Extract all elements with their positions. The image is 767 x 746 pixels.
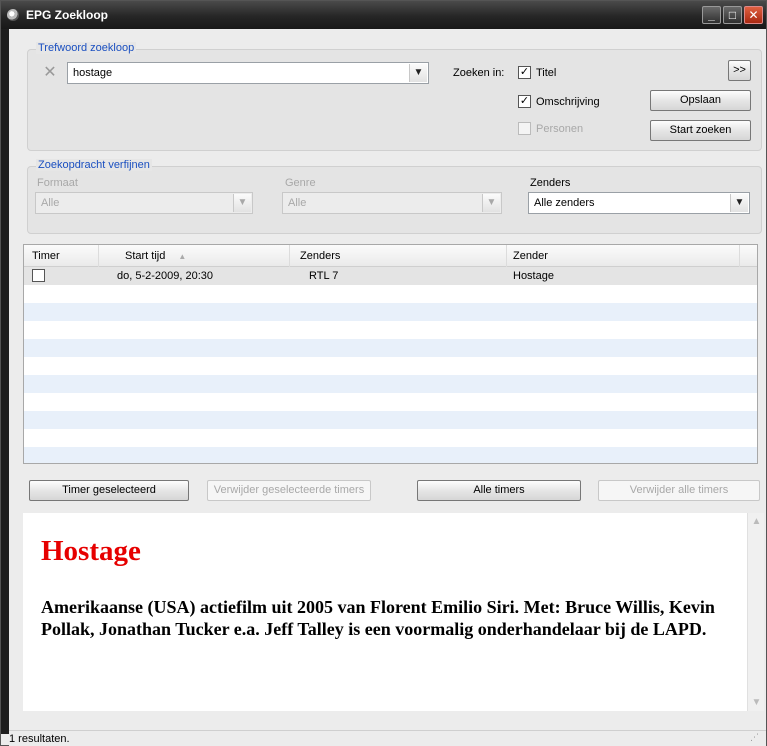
row-channel: RTL 7	[309, 270, 339, 282]
chevron-down-icon[interactable]: ▼	[730, 194, 748, 212]
column-zender[interactable]: Zender	[507, 245, 740, 267]
remove-all-timers-button[interactable]: Verwijder alle timers	[598, 480, 760, 501]
table-row[interactable]: do, 5-2-2009, 20:30 RTL 7 Hostage	[24, 267, 757, 285]
row-title: Hostage	[513, 270, 554, 282]
status-bar: 1 resultaten. ⋰	[9, 730, 766, 746]
app-icon	[7, 9, 19, 21]
resize-grip-icon[interactable]: ⋰	[750, 732, 764, 746]
column-timer[interactable]: Timer	[24, 245, 99, 267]
format-label: Formaat	[37, 177, 78, 189]
genre-label: Genre	[285, 177, 316, 189]
column-zenders[interactable]: Zenders	[290, 245, 507, 267]
window-frame-left	[1, 29, 9, 734]
empty-row	[24, 339, 757, 357]
option-titel-label: Titel	[536, 67, 557, 79]
program-description: Amerikaanse (USA) actiefilm uit 2005 van…	[41, 597, 715, 639]
results-header: Timer Start tijd ▲ Zenders Zender	[24, 245, 757, 267]
genre-select[interactable]: Alle ▼	[282, 192, 502, 214]
maximize-button[interactable]: □	[723, 6, 742, 24]
format-value: Alle	[41, 197, 60, 209]
epg-search-window: EPG Zoekloop _ □ ✕ Trefwoord zoekloop ✕ …	[0, 0, 767, 746]
results-rows: do, 5-2-2009, 20:30 RTL 7 Hostage	[24, 267, 757, 463]
start-search-button[interactable]: Start zoeken	[650, 120, 751, 141]
close-button[interactable]: ✕	[744, 6, 763, 24]
window-title: EPG Zoekloop	[26, 8, 109, 22]
program-detail-panel: Hostage Amerikaanse (USA) actiefilm uit …	[23, 513, 764, 711]
channels-label: Zenders	[530, 177, 571, 189]
empty-row	[24, 285, 757, 303]
channels-value: Alle zenders	[534, 197, 595, 209]
keyword-group-title: Trefwoord zoekloop	[36, 42, 137, 54]
search-in-label: Zoeken in:	[453, 67, 505, 79]
genre-value: Alle	[288, 197, 307, 209]
chevron-down-icon: ▼	[482, 194, 500, 212]
scroll-up-icon[interactable]: ▲	[748, 513, 765, 530]
all-timers-button[interactable]: Alle timers	[417, 480, 581, 501]
scroll-down-icon[interactable]: ▼	[748, 694, 765, 711]
empty-row	[24, 429, 757, 447]
sort-ascending-icon: ▲	[178, 252, 187, 261]
clear-keyword-icon[interactable]: ✕	[39, 62, 61, 84]
keyword-combo[interactable]: hostage ▼	[67, 62, 429, 84]
checkbox-omschrijving[interactable]: ✓	[518, 95, 531, 108]
format-select[interactable]: Alle ▼	[35, 192, 253, 214]
timer-selected-button[interactable]: Timer geselecteerd	[29, 480, 189, 501]
save-button[interactable]: Opslaan	[650, 90, 751, 111]
empty-row	[24, 357, 757, 375]
option-personen-label: Personen	[536, 123, 584, 135]
empty-row	[24, 393, 757, 411]
program-title: Hostage	[41, 535, 141, 567]
empty-row	[24, 303, 757, 321]
row-start-time: do, 5-2-2009, 20:30	[117, 270, 214, 282]
column-start-time[interactable]: Start tijd ▲	[99, 245, 290, 267]
title-bar[interactable]: EPG Zoekloop _ □ ✕	[1, 1, 766, 29]
remove-selected-timers-button[interactable]: Verwijder geselecteerde timers	[207, 480, 371, 501]
detail-scrollbar[interactable]: ▲ ▼	[747, 513, 764, 711]
empty-row	[24, 411, 757, 429]
results-list[interactable]: Timer Start tijd ▲ Zenders Zender do, 5-…	[23, 244, 758, 464]
empty-row	[24, 321, 757, 339]
keyword-input[interactable]: hostage	[73, 67, 112, 79]
refine-group-title: Zoekopdracht verfijnen	[36, 159, 152, 171]
expand-button[interactable]: >>	[728, 60, 751, 81]
checkbox-titel[interactable]: ✓	[518, 66, 531, 79]
option-omschrijving-label: Omschrijving	[536, 96, 600, 108]
status-text: 1 resultaten.	[9, 733, 70, 745]
chevron-down-icon[interactable]: ▼	[409, 64, 427, 82]
minimize-button[interactable]: _	[702, 6, 721, 24]
empty-row	[24, 447, 757, 463]
timer-checkbox[interactable]	[32, 269, 45, 282]
channels-select[interactable]: Alle zenders ▼	[528, 192, 750, 214]
chevron-down-icon: ▼	[233, 194, 251, 212]
column-start-time-label: Start tijd	[125, 250, 166, 262]
empty-row	[24, 375, 757, 393]
checkbox-personen[interactable]	[518, 122, 531, 135]
